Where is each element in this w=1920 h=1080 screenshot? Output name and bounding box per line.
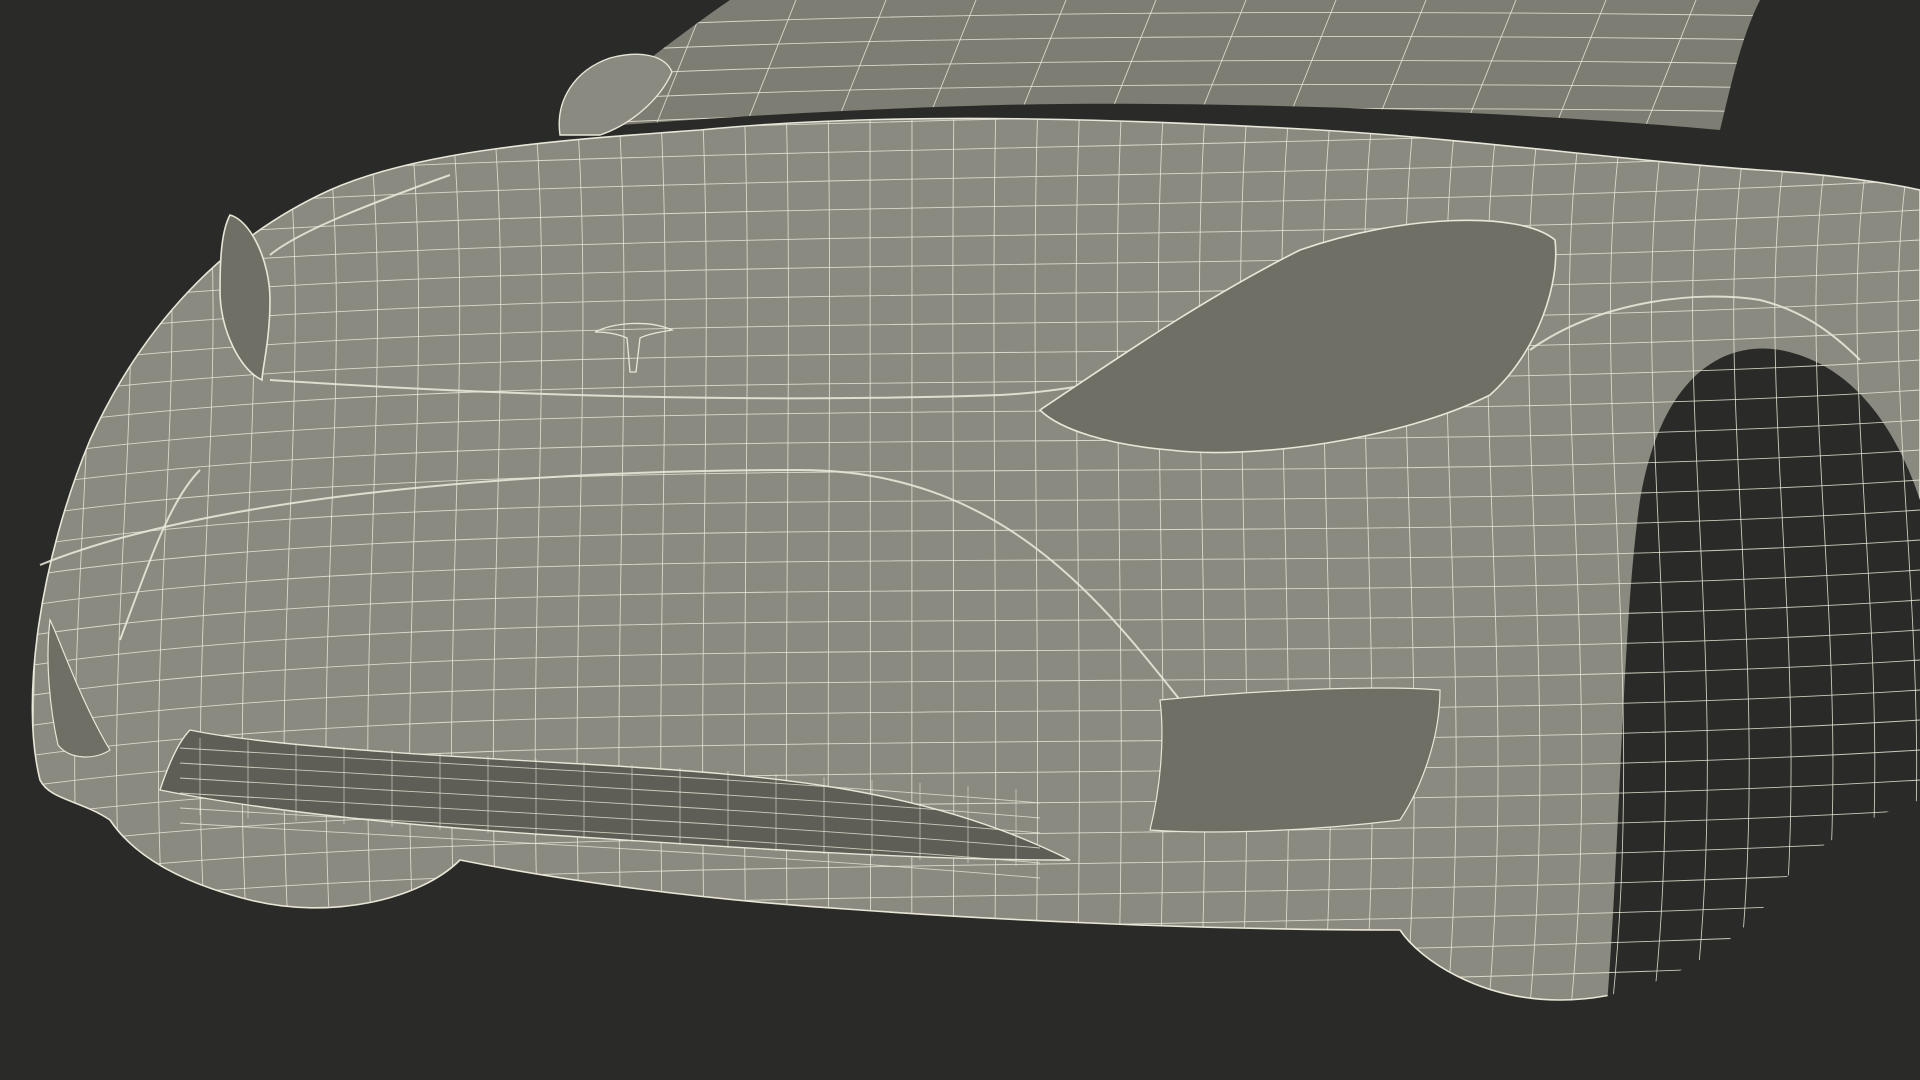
fog-recess-right (1149, 687, 1441, 833)
car-wireframe-render (0, 0, 1920, 1080)
render-viewport (0, 0, 1920, 1080)
